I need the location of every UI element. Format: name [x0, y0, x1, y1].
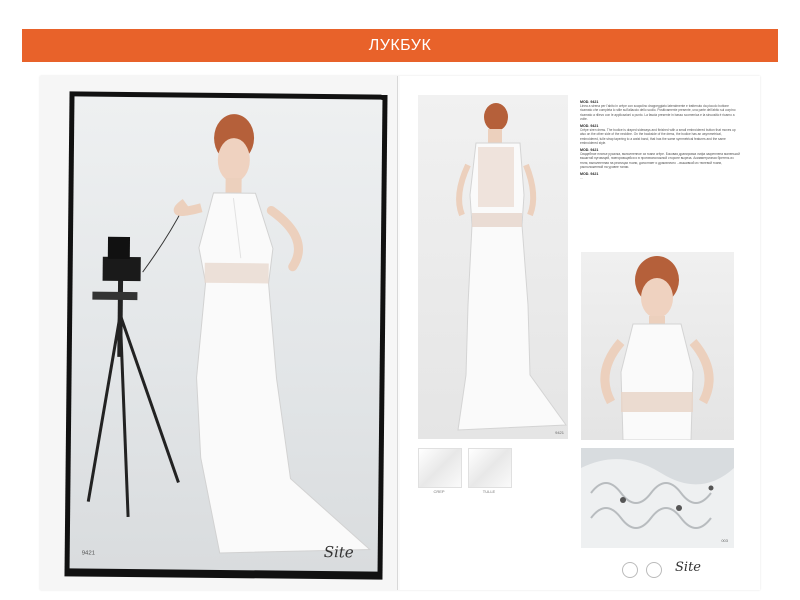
studio-scene-illustration	[86, 114, 372, 554]
description-body: Свадебное платье русалка, выполненное из…	[580, 152, 740, 169]
front-view-photo	[581, 252, 734, 440]
swatch-label: TULLE	[482, 489, 496, 494]
brand-logo-icon	[622, 562, 638, 578]
brand-logo-icon	[646, 562, 662, 578]
description-body: Crêpe siren dress. The bodice is draped …	[580, 128, 736, 145]
fabric-swatch-crep	[418, 448, 462, 488]
back-view-illustration	[456, 103, 567, 431]
main-photo: 9421 Site	[64, 91, 388, 580]
embroidery-detail-photo: 003	[581, 448, 734, 548]
dress	[196, 192, 372, 554]
banner-title: ЛУКБУК	[368, 36, 432, 54]
embroidery-illustration	[581, 448, 734, 548]
footer-signature: Site	[675, 560, 701, 575]
detail-photo-code: 003	[721, 538, 728, 543]
lookbook-banner: ЛУКБУК	[22, 29, 778, 62]
lace-waistband	[204, 262, 269, 284]
swatch-label: CREP	[433, 489, 445, 494]
main-photo-code: 9421	[81, 550, 96, 557]
fabric-swatch-tulle	[468, 448, 512, 488]
back-view-photo: 9421	[418, 95, 568, 439]
front-view-illustration	[600, 256, 714, 440]
back-photo-code: 9421	[555, 430, 564, 435]
product-description: MOD. 9421 Linea a sirena per l'abito in …	[580, 97, 740, 217]
camera-tripod	[86, 266, 180, 518]
description-body: Linea a sirena per l'abito in crêpe con …	[580, 104, 736, 121]
main-photo-signature: Site	[323, 543, 354, 562]
camera-body	[102, 256, 141, 282]
main-photo-image: 9421 Site	[69, 96, 383, 572]
description-body: ...	[580, 176, 583, 181]
